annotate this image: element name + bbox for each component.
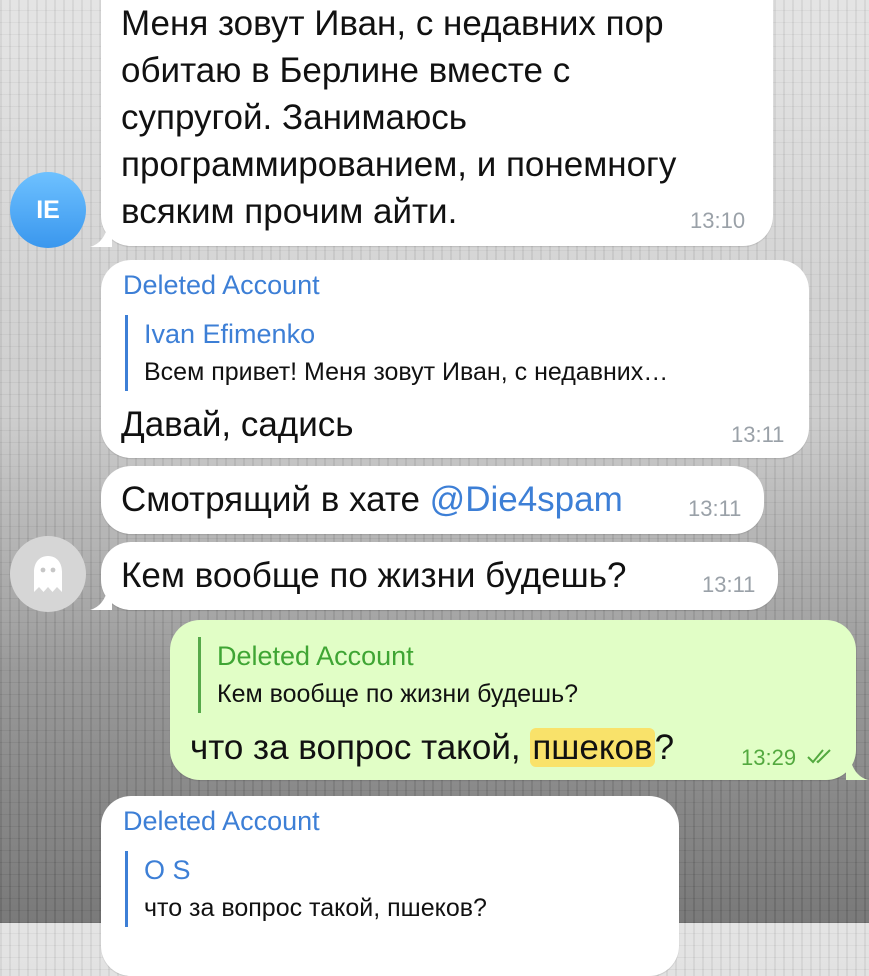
message-bubble[interactable]: Кем вообще по жизни будешь? 13:11 (101, 542, 778, 610)
bubble-tail (846, 758, 868, 780)
message-text: Давай, садись (121, 405, 354, 444)
message-text: Кем вообще по жизни будешь? (121, 556, 627, 595)
bubble-tail (90, 225, 112, 247)
message-bubble[interactable]: Смотрящий в хате @Die4spam 13:11 (101, 466, 764, 534)
message-text: Смотрящий в хате @Die4spam (121, 480, 623, 519)
avatar[interactable]: IE (10, 172, 86, 248)
double-check-icon (807, 749, 831, 764)
message-text: что за вопрос такой, пшеков? (190, 728, 675, 767)
sender-name[interactable]: Deleted Account (123, 806, 320, 837)
reply-quote[interactable]: O S что за вопрос такой, пшеков? (125, 851, 487, 927)
message-bubble[interactable]: Меня зовут Иван, с недавних пор обитаю в… (101, 0, 773, 246)
message-time: 13:10 (690, 208, 746, 233)
search-highlight: пшеков (530, 728, 655, 767)
message-time: 13:11 (688, 496, 742, 521)
ghost-icon (34, 556, 62, 592)
message-time: 13:11 (731, 422, 785, 447)
mention-link[interactable]: @Die4spam (430, 480, 623, 519)
reply-quote[interactable]: Deleted Account Кем вообще по жизни буде… (198, 637, 578, 713)
message-bubble[interactable]: Deleted Account Ivan Efimenko Всем приве… (101, 260, 809, 458)
reply-quote[interactable]: Ivan Efimenko Всем привет! Меня зовут Ив… (125, 315, 668, 391)
avatar[interactable] (10, 536, 86, 612)
bubble-tail (90, 588, 112, 610)
reply-text: что за вопрос такой, пшеков? (144, 894, 487, 922)
message-bubble[interactable]: Deleted Account O S что за вопрос такой,… (101, 796, 679, 976)
reply-author: Deleted Account (217, 641, 414, 671)
sender-name[interactable]: Deleted Account (123, 270, 320, 301)
message-bubble-outgoing[interactable]: Deleted Account Кем вообще по жизни буде… (170, 620, 856, 780)
message-time: 13:29 (741, 745, 797, 770)
reply-author: Ivan Efimenko (144, 319, 316, 349)
message-time: 13:11 (702, 572, 756, 597)
reply-text: Кем вообще по жизни будешь? (217, 680, 579, 708)
reply-text: Всем привет! Меня зовут Иван, с недавних… (144, 358, 669, 386)
message-text: Меня зовут Иван, с недавних пор обитаю в… (121, 4, 677, 231)
reply-author: O S (144, 855, 191, 885)
